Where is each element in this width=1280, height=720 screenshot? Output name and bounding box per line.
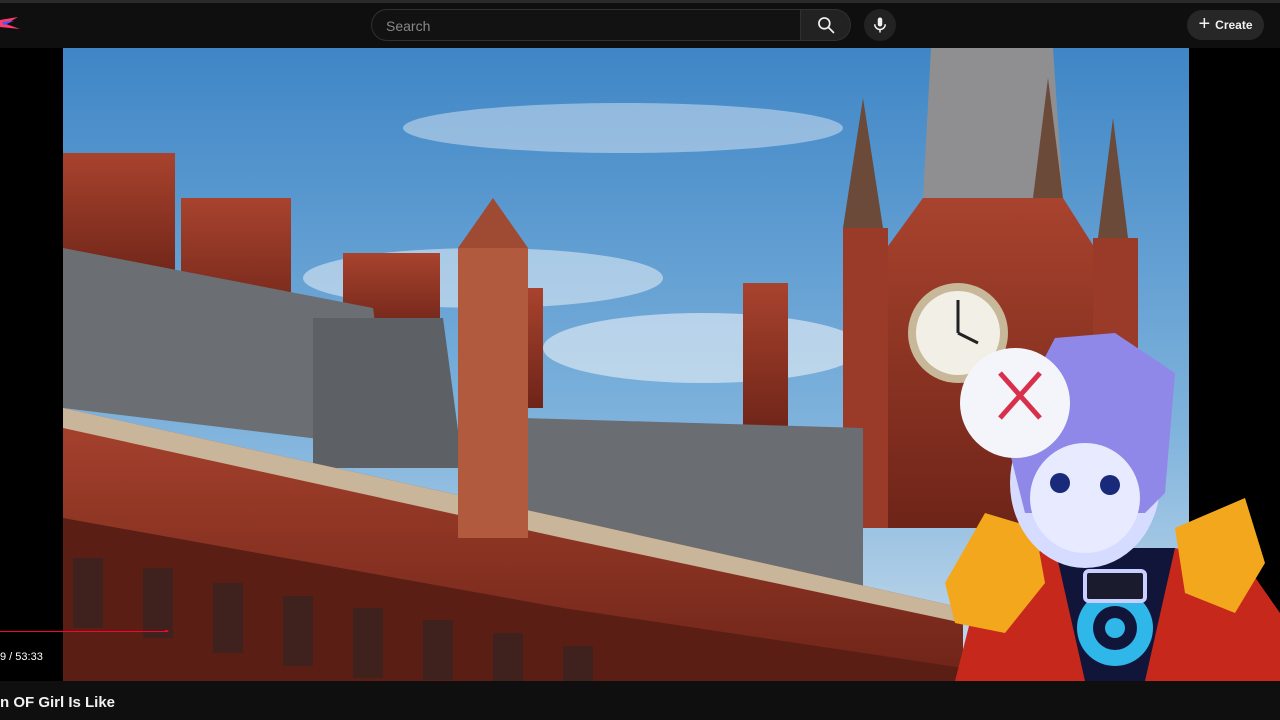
top-border bbox=[0, 0, 1280, 3]
search-button[interactable] bbox=[801, 9, 851, 41]
search-icon bbox=[817, 17, 834, 34]
create-label: Create bbox=[1215, 18, 1253, 32]
masthead: + Create bbox=[0, 0, 1280, 48]
create-button[interactable]: + Create bbox=[1187, 10, 1264, 40]
microphone-icon bbox=[874, 17, 886, 33]
progress-handle[interactable] bbox=[164, 630, 169, 632]
voice-search-button[interactable] bbox=[864, 9, 896, 41]
progress-bar[interactable] bbox=[0, 630, 1280, 632]
time-display: 9 / 53:33 bbox=[0, 651, 43, 663]
below-player bbox=[0, 681, 1280, 720]
plus-icon: + bbox=[1198, 13, 1211, 35]
vtuber-avatar bbox=[945, 333, 1280, 681]
video-player[interactable]: 9 / 53:33 bbox=[0, 48, 1280, 681]
logo-icon[interactable] bbox=[0, 16, 22, 32]
search-input[interactable] bbox=[384, 10, 788, 42]
video-title: n OF Girl Is Like bbox=[0, 694, 116, 711]
search-box[interactable] bbox=[371, 9, 801, 42]
